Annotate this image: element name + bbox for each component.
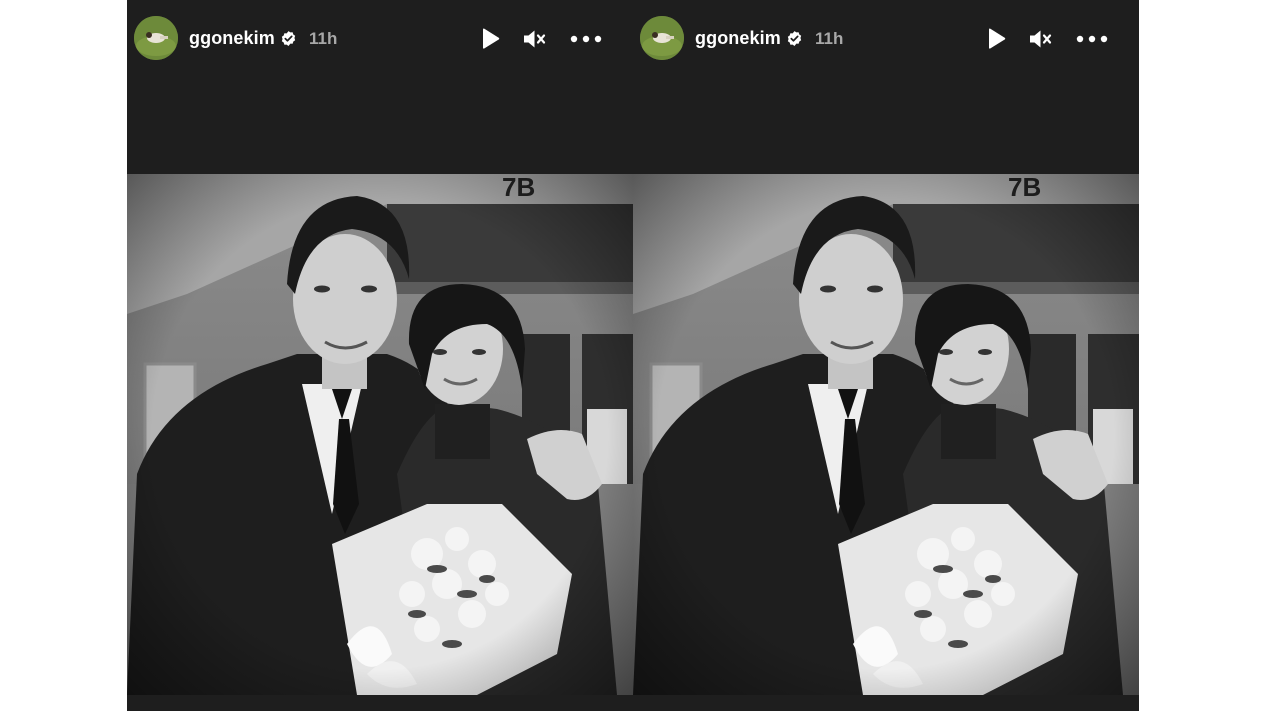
mute-button[interactable] bbox=[519, 24, 549, 54]
photo-image: 7B bbox=[633, 174, 1139, 695]
story-bottom-strip bbox=[633, 695, 1139, 711]
story-timestamp: 11h bbox=[815, 29, 844, 48]
profile-avatar[interactable] bbox=[640, 16, 684, 60]
profile-avatar[interactable] bbox=[134, 16, 178, 60]
more-options-button[interactable] bbox=[568, 24, 604, 54]
story-username[interactable]: ggonekim bbox=[695, 28, 781, 49]
story-header: ggonekim 11h bbox=[127, 0, 633, 78]
story-photo: 7B bbox=[127, 174, 633, 695]
play-icon bbox=[483, 28, 500, 49]
more-options-icon bbox=[1076, 35, 1108, 43]
story-timestamp: 11h bbox=[309, 29, 338, 48]
avatar-image bbox=[134, 16, 178, 60]
more-options-button[interactable] bbox=[1074, 24, 1110, 54]
story-bottom-strip bbox=[127, 695, 633, 711]
story-header: ggonekim 11h bbox=[633, 0, 1139, 78]
mute-button[interactable] bbox=[1025, 24, 1055, 54]
photo-image: 7B bbox=[127, 174, 633, 695]
muted-speaker-icon bbox=[1030, 30, 1052, 48]
more-options-icon bbox=[570, 35, 602, 43]
page: ggonekim 11h ggonekim 11h bbox=[0, 0, 1265, 711]
play-button[interactable] bbox=[475, 24, 505, 54]
story-photo: 7B bbox=[633, 174, 1139, 695]
story-panel-left: ggonekim 11h bbox=[127, 0, 633, 711]
story-panel-right: ggonekim 11h bbox=[633, 0, 1139, 711]
muted-speaker-icon bbox=[524, 30, 546, 48]
story-username[interactable]: ggonekim bbox=[189, 28, 275, 49]
play-button[interactable] bbox=[981, 24, 1011, 54]
verified-badge-icon bbox=[787, 31, 802, 46]
verified-badge-icon bbox=[281, 31, 296, 46]
avatar-image bbox=[640, 16, 684, 60]
play-icon bbox=[989, 28, 1006, 49]
